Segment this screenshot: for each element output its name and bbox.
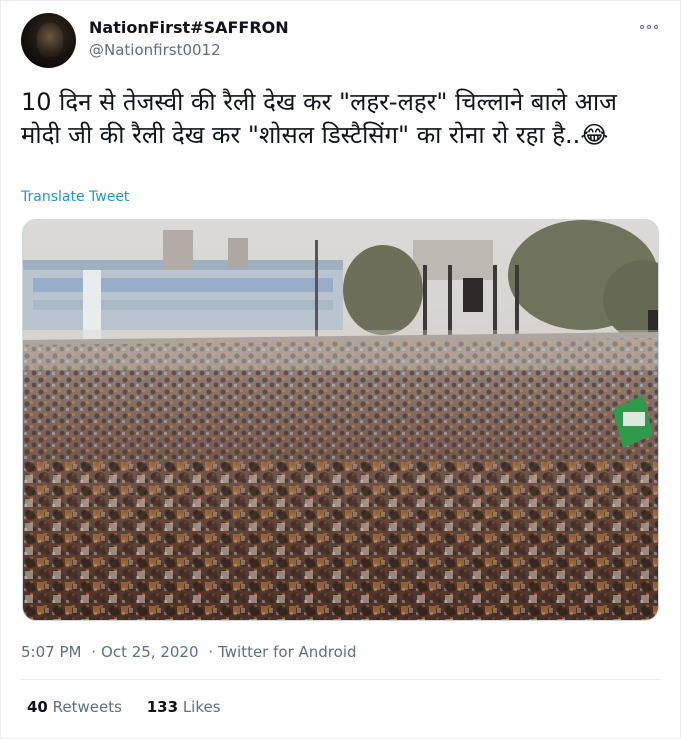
tweet-date[interactable]: Oct 25, 2020 [101,643,199,661]
tweet-timestamp: 5:07 PM · Oct 25, 2020 · Twitter for Andro… [21,643,357,661]
likes-label: Likes [182,698,221,716]
meta-separator: · [91,643,97,661]
tweet-text: 10 दिन से तेजस्वी की रैली देख कर "लहर-लह… [21,88,617,149]
retweets-stat[interactable]: 40 Retweets [27,698,122,716]
tweet-time[interactable]: 5:07 PM [21,643,81,661]
user-handle[interactable]: @Nationfirst0012 [89,41,221,59]
more-horizontal-icon[interactable] [635,20,663,34]
tweet-source[interactable]: Twitter for Android [218,643,356,661]
tweet-photo[interactable] [22,219,659,621]
translate-tweet-link[interactable]: Translate Tweet [21,189,129,205]
retweets-label: Retweets [52,698,122,716]
display-name[interactable]: NationFirst#SAFFRON [89,18,289,37]
retweets-count: 40 [27,698,48,716]
avatar[interactable] [21,13,76,68]
likes-count: 133 [146,698,179,716]
engagement-stats: 40 Retweets 133 Likes [27,698,221,716]
divider [21,679,661,680]
likes-stat[interactable]: 133 Likes [147,698,221,716]
meta-separator: · [208,643,214,661]
